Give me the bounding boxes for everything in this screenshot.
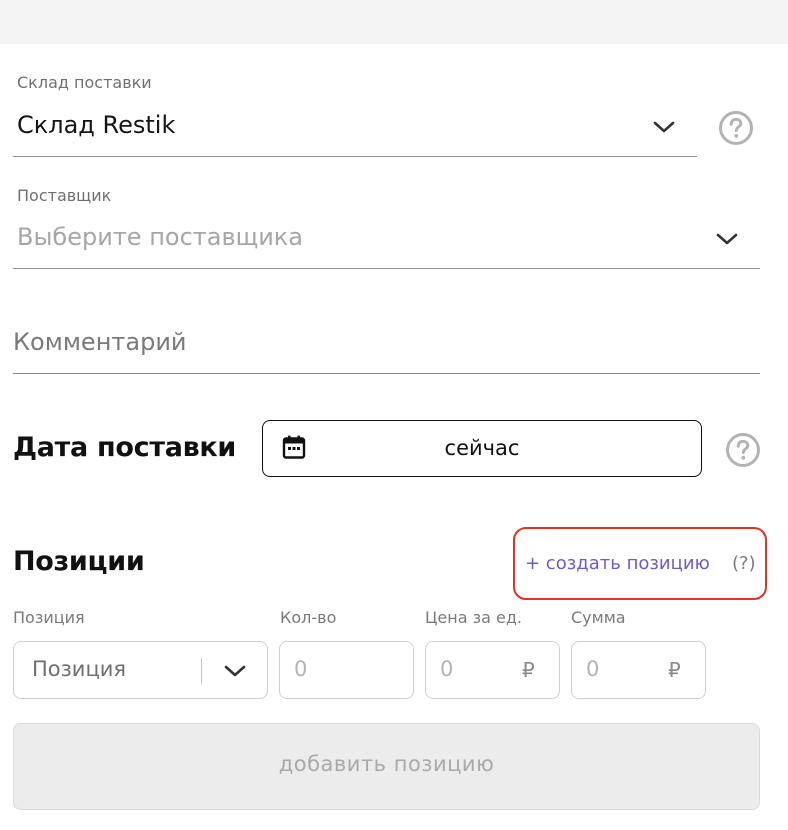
position-select[interactable]: Позиция bbox=[13, 641, 268, 699]
add-position-button[interactable]: добавить позицию bbox=[13, 723, 760, 810]
supplier-underline bbox=[13, 268, 760, 269]
supplier-select[interactable]: Выберите поставщика bbox=[17, 223, 303, 251]
currency-label: ₽ bbox=[668, 658, 681, 682]
positions-heading: Позиции bbox=[13, 546, 145, 577]
qty-input[interactable]: 0 bbox=[279, 641, 414, 699]
comment-input[interactable]: Комментарий bbox=[13, 328, 187, 356]
column-label-sum: Сумма bbox=[571, 608, 626, 627]
select-separator bbox=[201, 658, 202, 684]
column-label-unit-price: Цена за ед. bbox=[425, 608, 523, 627]
help-circle-icon[interactable] bbox=[725, 432, 761, 468]
currency-label: ₽ bbox=[522, 658, 535, 682]
qty-placeholder: 0 bbox=[294, 657, 308, 681]
comment-underline bbox=[13, 373, 760, 374]
warehouse-select-value[interactable]: Склад Restik bbox=[17, 111, 175, 139]
chevron-down-icon[interactable] bbox=[652, 115, 676, 139]
create-position-link[interactable]: + создать позицию bbox=[525, 553, 710, 574]
warehouse-label: Склад поставки bbox=[17, 73, 152, 92]
chevron-down-icon[interactable] bbox=[223, 659, 247, 683]
create-position-help[interactable]: (?) bbox=[732, 553, 756, 574]
add-position-button-label: добавить позицию bbox=[278, 752, 495, 776]
supplier-label: Поставщик bbox=[17, 186, 112, 205]
help-circle-icon[interactable] bbox=[718, 110, 754, 146]
delivery-date-value: сейчас bbox=[444, 436, 520, 460]
column-label-qty: Кол-во bbox=[280, 608, 337, 627]
sum-placeholder: 0 bbox=[586, 657, 600, 681]
chevron-down-icon[interactable] bbox=[715, 227, 739, 251]
warehouse-underline bbox=[13, 156, 697, 157]
unit-price-placeholder: 0 bbox=[440, 657, 454, 681]
delivery-date-heading: Дата поставки bbox=[13, 432, 237, 463]
position-select-value: Позиция bbox=[32, 657, 127, 681]
sum-input[interactable]: 0 ₽ bbox=[571, 641, 706, 699]
create-position-highlight: + создать позицию (?) bbox=[513, 527, 767, 600]
column-label-position: Позиция bbox=[13, 608, 85, 627]
top-bar bbox=[0, 0, 788, 44]
unit-price-input[interactable]: 0 ₽ bbox=[425, 641, 560, 699]
delivery-date-picker[interactable]: сейчас bbox=[262, 420, 702, 477]
